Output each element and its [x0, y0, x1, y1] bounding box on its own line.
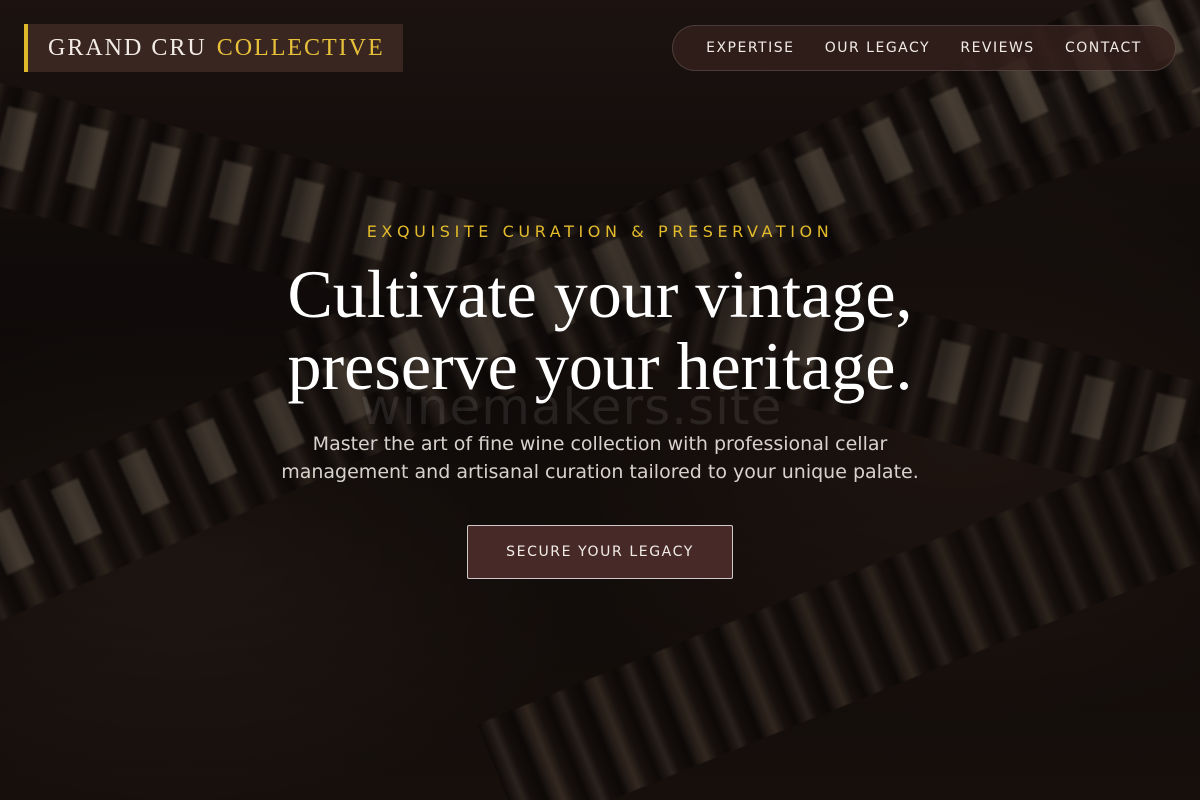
main-nav: EXPERTISE OUR LEGACY REVIEWS CONTACT	[672, 25, 1176, 71]
brand-name-accent: COLLECTIVE	[216, 34, 385, 61]
headline-line-2: preserve your heritage.	[287, 328, 913, 404]
hero-eyebrow: EXQUISITE CURATION & PRESERVATION	[366, 222, 834, 241]
headline-line-1: Cultivate your vintage,	[287, 256, 913, 332]
secure-legacy-button[interactable]: SECURE YOUR LEGACY	[467, 525, 733, 579]
nav-link-reviews[interactable]: REVIEWS	[960, 40, 1034, 56]
nav-link-contact[interactable]: CONTACT	[1065, 40, 1142, 56]
brand-logo[interactable]: GRAND CRU COLLECTIVE	[24, 24, 403, 72]
hero-section: winemakers.site GRAND CRU COLLECTIVE EXP…	[0, 0, 1200, 800]
brand-name-main: GRAND CRU	[48, 34, 207, 61]
nav-link-expertise[interactable]: EXPERTISE	[706, 40, 794, 56]
nav-link-our-legacy[interactable]: OUR LEGACY	[825, 40, 930, 56]
hero-headline: Cultivate your vintage, preserve your he…	[0, 258, 1200, 402]
hero-subtext: Master the art of fine wine collection w…	[281, 433, 919, 483]
